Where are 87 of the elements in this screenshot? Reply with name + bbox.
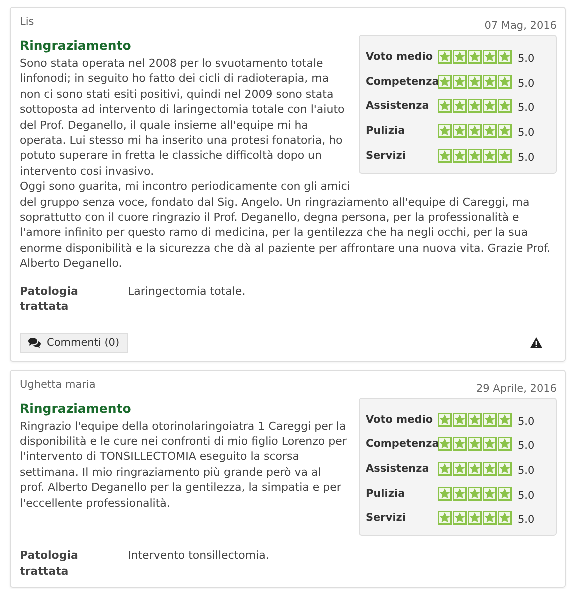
pathology-label: Patologia trattata (20, 284, 80, 314)
star-icon (498, 50, 512, 64)
pathology-value: Laringectomia totale. (128, 284, 246, 300)
star-icon (453, 50, 467, 64)
star-icon (468, 50, 482, 64)
star-icon (438, 437, 452, 452)
rating-label: Assistenza (366, 100, 430, 112)
rating-score: 5.0 (518, 102, 535, 114)
warning-icon[interactable] (530, 336, 543, 348)
star-icon (498, 148, 512, 163)
review-date: 29 Aprile, 2016 (476, 382, 557, 394)
star-icon (453, 462, 467, 476)
rating-label: Servizi (366, 512, 408, 524)
star-icon (483, 486, 497, 501)
star-icon (483, 412, 497, 427)
rating-score: 5.0 (518, 514, 535, 526)
star-icon (453, 511, 467, 526)
rating-score: 5.0 (518, 127, 535, 140)
rating-label: Competenza (366, 76, 438, 88)
review-author: Lis (20, 16, 34, 28)
rating-score: 5.0 (518, 464, 535, 477)
rating-label: Pulizia (366, 125, 406, 138)
star-icon (468, 148, 482, 163)
star-icon (453, 124, 467, 138)
star-icon (498, 412, 512, 427)
star-icon (453, 74, 467, 89)
star-icon (483, 99, 497, 114)
star-icon (498, 99, 512, 114)
review-date: 07 Mag, 2016 (484, 20, 557, 32)
rating-score: 5.0 (518, 53, 535, 66)
star-icon (438, 124, 452, 138)
star-icon (483, 74, 497, 89)
star-icon (438, 50, 452, 64)
review-text: Sono stata operata nel 2008 per lo svuotamento totale linfonodi; in seguito ho fatto dei cicli di radioterapia, ma non ci sono stati esiti positivi, quindi nel 2009 sono stata sottoposta ad intervento di laringectomia totale con l'aiuto del Prof. Deganello, il quale insieme all'equipe mi ha operata. Lui stesso mi ha inserito una protesi fonatoria, ho potuto superare in fretta le classiche difficoltà dopo un intervento cosi invasivo. (20, 56, 346, 180)
review-title: Ringraziamento (20, 38, 132, 53)
star-icon (498, 437, 512, 452)
star-icon (483, 124, 497, 138)
star-icon (468, 437, 482, 452)
rating-label: Servizi (366, 150, 408, 162)
star-icon (438, 74, 452, 89)
star-icon (453, 486, 467, 501)
rating-label: Pulizia (366, 488, 406, 500)
star-icon (453, 148, 467, 163)
star-icon (468, 74, 482, 89)
comments-button[interactable]: Commenti (0) (20, 332, 128, 352)
pathology-label: Patologia trattata (20, 548, 80, 580)
star-icon (468, 124, 482, 138)
rating-score: 5.0 (518, 440, 535, 452)
rating-label: Assistenza (366, 462, 430, 475)
star-icon (468, 486, 482, 501)
star-icon (498, 486, 512, 501)
star-icon (438, 511, 452, 526)
star-icon (438, 148, 452, 163)
star-icon (468, 462, 482, 476)
review-title: Ringraziamento (20, 400, 132, 416)
rating-score: 5.0 (518, 416, 535, 428)
review-text: del gruppo senza voce, fondato dal Sig. Angelo. Un ringraziamento all'equipe di Careggi, ma soprattutto con il cuore ringrazio il Prof. Deganello, degna persona, per la professionalità e l'amore infinito per questo ramo di medicina, per la gentilezza che ha negli occhi, per la sua enorme disponibilità e la sicurezza che dà al paziente per affrontare una nuova vita. Grazie Prof. Alberto Deganello. (20, 194, 552, 272)
star-icon (438, 99, 452, 114)
star-icon (453, 412, 467, 427)
star-icon (498, 74, 512, 89)
star-icon (483, 50, 497, 64)
star-icon (468, 99, 482, 114)
pathology-value: Intervento tonsillectomia. (128, 548, 270, 564)
star-icon (468, 412, 482, 427)
rating-label: Voto medio (366, 414, 434, 426)
star-icon (483, 511, 497, 526)
review-author: Ughetta maria (20, 378, 96, 390)
rating-label: Competenza (366, 438, 438, 450)
rating-score: 5.0 (518, 78, 535, 90)
review-text: Ringrazio l'equipe della otorinolaringoiatra 1 Careggi per la disponibilità e le cure nei confronti di mio figlio Lorenzo per l'intervento di TONSILLECTOMIA eseguito la scorsa settimana. Il mio ringraziamento più grande però va al prof. Alberto Deganello per la gentilezza, la simpatia e per l'eccellente professionalità. (20, 418, 348, 511)
star-icon (438, 486, 452, 501)
speech-bubbles-icon (28, 336, 42, 348)
star-icon (453, 99, 467, 114)
star-icon (453, 437, 467, 452)
star-icon (498, 124, 512, 138)
rating-score: 5.0 (518, 490, 535, 502)
star-icon (438, 462, 452, 476)
rating-score: 5.0 (518, 152, 535, 164)
star-icon (498, 462, 512, 476)
star-icon (483, 462, 497, 476)
star-icon (498, 511, 512, 526)
star-icon (468, 511, 482, 526)
review-text: Oggi sono guarita, mi incontro periodicamente con gli amici (20, 179, 352, 195)
rating-label: Voto medio (366, 51, 434, 64)
star-icon (438, 412, 452, 427)
star-icon (483, 148, 497, 163)
star-icon (483, 437, 497, 452)
